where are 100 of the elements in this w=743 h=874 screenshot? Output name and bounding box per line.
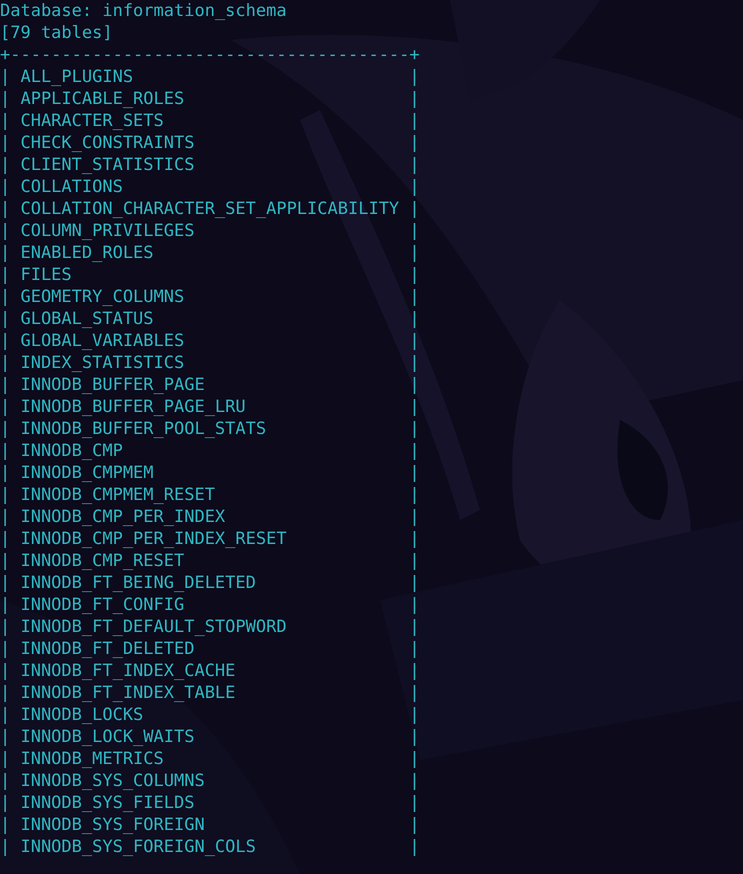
table-name: INNODB_BUFFER_POOL_STATS <box>20 418 266 440</box>
table-name: FILES <box>20 264 72 286</box>
table-edge: | <box>0 770 10 792</box>
table-edge: | <box>0 440 10 462</box>
table-edge: | <box>0 616 10 638</box>
table-edge: | <box>0 484 10 506</box>
table-edge: | <box>0 374 10 396</box>
table-name: APPLICABLE_ROLES <box>20 88 184 110</box>
table-edge: | <box>0 528 10 550</box>
table-edge: | <box>409 308 420 330</box>
table-name: INNODB_FT_BEING_DELETED <box>20 572 256 594</box>
table-name: INNODB_FT_CONFIG <box>20 594 184 616</box>
terminal-line: [79 tables] <box>0 22 113 44</box>
table-name: GEOMETRY_COLUMNS <box>20 286 184 308</box>
table-edge: | <box>0 308 10 330</box>
table-name: INNODB_CMP <box>20 440 123 462</box>
table-name: INNODB_BUFFER_PAGE <box>20 374 205 396</box>
table-edge: | <box>0 638 10 660</box>
table-name: CHECK_CONSTRAINTS <box>20 132 194 154</box>
table-edge: | <box>0 330 10 352</box>
table-edge: | <box>409 836 420 858</box>
table-edge: | <box>409 154 420 176</box>
table-edge: | <box>409 440 420 462</box>
table-edge: | <box>409 418 420 440</box>
table-edge: | <box>0 220 10 242</box>
table-edge: | <box>0 506 10 528</box>
table-name: COLLATIONS <box>20 176 123 198</box>
table-edge: | <box>0 594 10 616</box>
table-edge: | <box>0 726 10 748</box>
table-edge: | <box>409 704 420 726</box>
table-name: INNODB_FT_DELETED <box>20 638 194 660</box>
table-edge: | <box>0 748 10 770</box>
table-edge: | <box>0 836 10 858</box>
table-name: COLUMN_PRIVILEGES <box>20 220 194 242</box>
table-name: INNODB_CMPMEM_RESET <box>20 484 215 506</box>
table-name: INDEX_STATISTICS <box>20 352 184 374</box>
table-edge: | <box>409 550 420 572</box>
table-name: INNODB_CMP_PER_INDEX <box>20 506 226 528</box>
table-edge: | <box>409 110 420 132</box>
table-edge: | <box>0 286 10 308</box>
table-edge: | <box>409 374 420 396</box>
table-edge: | <box>0 352 10 374</box>
table-edge: | <box>409 506 420 528</box>
table-name: INNODB_BUFFER_PAGE_LRU <box>20 396 246 418</box>
table-edge: | <box>409 682 420 704</box>
table-name: GLOBAL_STATUS <box>20 308 154 330</box>
table-edge: | <box>409 66 420 88</box>
table-edge: | <box>409 660 420 682</box>
table-edge: | <box>0 88 10 110</box>
table-name: INNODB_SYS_FOREIGN <box>20 814 205 836</box>
table-edge: | <box>409 638 420 660</box>
table-name: INNODB_LOCK_WAITS <box>20 726 194 748</box>
table-edge: | <box>409 220 420 242</box>
table-edge: | <box>0 396 10 418</box>
table-name: INNODB_SYS_FIELDS <box>20 792 194 814</box>
table-name: INNODB_FT_DEFAULT_STOPWORD <box>20 616 287 638</box>
table-edge: | <box>409 814 420 836</box>
table-edge: | <box>0 660 10 682</box>
table-edge: | <box>0 814 10 836</box>
table-edge: | <box>0 264 10 286</box>
table-edge: | <box>409 176 420 198</box>
table-name: INNODB_LOCKS <box>20 704 144 726</box>
table-name: CHARACTER_SETS <box>20 110 164 132</box>
table-edge: | <box>409 132 420 154</box>
table-edge: | <box>409 484 420 506</box>
table-name: GLOBAL_VARIABLES <box>20 330 184 352</box>
table-name: INNODB_FT_INDEX_TABLE <box>20 682 236 704</box>
table-edge: | <box>0 110 10 132</box>
table-edge: | <box>0 154 10 176</box>
table-edge: | <box>409 198 420 220</box>
table-edge: | <box>0 198 10 220</box>
table-border: +---------------------------------------+ <box>0 44 420 66</box>
terminal-line: Database: information_schema <box>0 0 287 22</box>
table-edge: | <box>409 528 420 550</box>
table-edge: | <box>409 748 420 770</box>
table-name: INNODB_CMP_PER_INDEX_RESET <box>20 528 287 550</box>
table-name: INNODB_FT_INDEX_CACHE <box>20 660 236 682</box>
table-edge: | <box>0 572 10 594</box>
table-edge: | <box>0 132 10 154</box>
table-edge: | <box>0 242 10 264</box>
table-edge: | <box>0 682 10 704</box>
table-edge: | <box>409 352 420 374</box>
table-name: INNODB_SYS_FOREIGN_COLS <box>20 836 256 858</box>
table-edge: | <box>0 66 10 88</box>
table-edge: | <box>409 770 420 792</box>
table-name: ENABLED_ROLES <box>20 242 154 264</box>
table-name: INNODB_SYS_COLUMNS <box>20 770 205 792</box>
table-name: INNODB_CMPMEM <box>20 462 154 484</box>
table-edge: | <box>409 462 420 484</box>
table-name: CLIENT_STATISTICS <box>20 154 194 176</box>
table-name: COLLATION_CHARACTER_SET_APPLICABILITY <box>20 198 400 220</box>
table-edge: | <box>409 286 420 308</box>
table-edge: | <box>409 726 420 748</box>
table-edge: | <box>409 242 420 264</box>
table-edge: | <box>0 792 10 814</box>
table-edge: | <box>409 594 420 616</box>
table-edge: | <box>0 550 10 572</box>
table-name: INNODB_CMP_RESET <box>20 550 184 572</box>
table-edge: | <box>409 396 420 418</box>
table-edge: | <box>409 330 420 352</box>
